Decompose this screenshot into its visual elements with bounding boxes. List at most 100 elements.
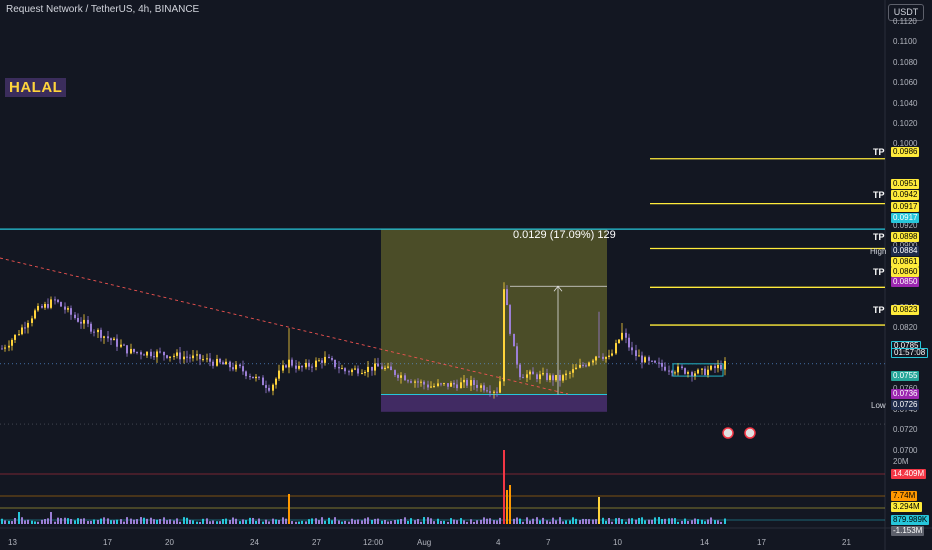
candle-body: [658, 362, 660, 364]
volume-bar: [661, 519, 663, 524]
price-badge: 0.0951: [891, 179, 920, 189]
volume-bar: [526, 517, 528, 524]
candle-body: [150, 351, 152, 357]
volume-bar: [196, 521, 198, 524]
volume-bar: [529, 520, 531, 524]
candle-body: [301, 365, 303, 368]
candle-body: [235, 364, 237, 370]
volume-bar: [473, 521, 475, 524]
candle-body: [493, 391, 495, 393]
volume-bar: [371, 520, 373, 524]
volume-badge: -1.153M: [891, 526, 925, 536]
volume-bar: [503, 450, 505, 524]
candle-body: [324, 356, 326, 363]
volume-bar: [644, 520, 646, 524]
volume-bar: [14, 517, 16, 524]
volume-bar: [100, 518, 102, 524]
volume-bar: [8, 520, 10, 524]
candle-body: [245, 371, 247, 377]
volume-bar: [77, 518, 79, 524]
volume-bar: [334, 517, 336, 524]
volume-bar: [701, 519, 703, 524]
candle-body: [463, 379, 465, 383]
volume-bar: [338, 520, 340, 524]
candle-body: [701, 368, 703, 370]
volume-bar: [278, 519, 280, 524]
candle-body: [357, 368, 359, 374]
price-badge: 0.0861: [891, 257, 920, 267]
volume-bar: [691, 520, 693, 524]
candle-body: [621, 332, 623, 340]
volume-bar: [513, 518, 515, 524]
candle-body: [618, 339, 620, 344]
volume-bar: [212, 520, 214, 524]
candle-body: [456, 384, 458, 389]
volume-bar: [602, 517, 604, 524]
candle-body: [315, 360, 317, 368]
volume-bar: [268, 521, 270, 524]
volume-scale-label: 20M: [893, 457, 909, 466]
volume-bar: [324, 520, 326, 524]
candle-body: [255, 376, 257, 379]
candle-body: [437, 383, 439, 386]
candle-body: [348, 371, 350, 373]
candle-body: [516, 346, 518, 365]
volume-bar: [496, 520, 498, 524]
candle-body: [648, 357, 650, 361]
volume-bar: [710, 517, 712, 524]
volume-bar: [674, 518, 676, 524]
volume-bar: [598, 497, 600, 524]
price-tick-label: 0.1040: [893, 98, 918, 108]
candle-body: [499, 381, 501, 393]
candle-body: [311, 366, 313, 368]
candle-body: [503, 289, 505, 382]
volume-bar: [466, 521, 468, 524]
candle-body: [565, 373, 567, 376]
date-tick-label: 27: [312, 538, 321, 547]
volume-bar: [126, 517, 128, 524]
volume-bar: [549, 521, 551, 524]
price-badge: 0.0942: [891, 190, 920, 200]
volume-bar: [262, 521, 264, 524]
volume-bar: [192, 520, 194, 524]
candle-body: [400, 375, 402, 378]
volume-bar: [552, 517, 554, 524]
price-tick-label: 0.1080: [893, 57, 918, 67]
candle-body: [724, 360, 726, 370]
candle-body: [625, 332, 627, 338]
volume-bar: [245, 520, 247, 524]
volume-bar: [252, 517, 254, 524]
price-chart[interactable]: [0, 0, 932, 550]
candle-body: [476, 384, 478, 388]
volume-bar: [430, 518, 432, 524]
candle-body: [460, 382, 462, 389]
volume-bar: [351, 518, 353, 524]
candle-body: [377, 363, 379, 367]
candle-body: [242, 366, 244, 372]
date-tick-label: 13: [8, 538, 17, 547]
price-badge: 0.0884: [891, 246, 920, 256]
candle-body: [631, 347, 633, 351]
volume-bar: [671, 518, 673, 524]
date-tick-label: 14: [700, 538, 709, 547]
volume-bar: [113, 520, 115, 524]
price-badge: 0.0917: [891, 213, 920, 223]
volume-bar: [11, 521, 13, 524]
candle-body: [529, 371, 531, 375]
candle-body: [268, 387, 270, 391]
volume-bar: [4, 520, 6, 524]
volume-bar: [367, 517, 369, 524]
volume-bar: [582, 518, 584, 524]
candle-body: [555, 374, 557, 381]
volume-bar: [453, 519, 455, 524]
volume-bar: [315, 518, 317, 524]
candle-body: [74, 314, 76, 318]
candle-body: [93, 331, 95, 333]
candle-body: [684, 368, 686, 374]
candle-body: [704, 368, 706, 375]
candle-body: [480, 385, 482, 388]
price-badge: 0.0755: [891, 371, 920, 381]
volume-bar: [625, 521, 627, 524]
volume-bar: [618, 517, 620, 524]
volume-bar: [707, 519, 709, 524]
